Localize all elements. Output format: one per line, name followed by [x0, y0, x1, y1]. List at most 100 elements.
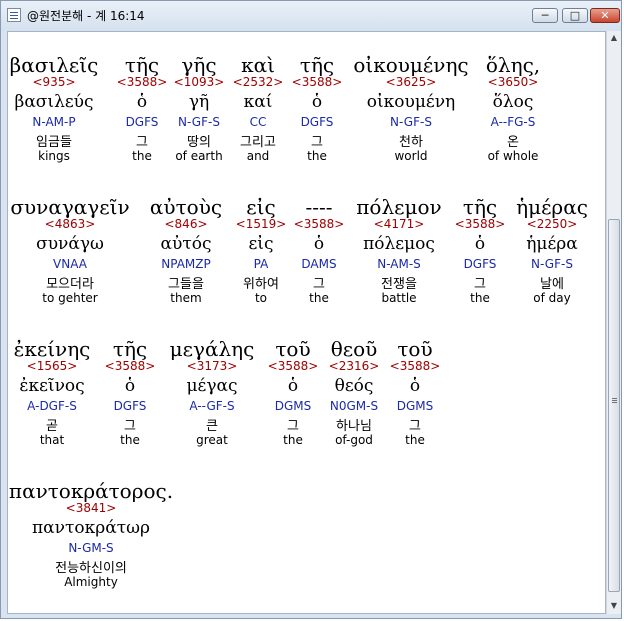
- english-gloss: the: [283, 433, 303, 447]
- strong-number[interactable]: <3625>: [386, 75, 437, 89]
- english-gloss: the: [309, 291, 329, 305]
- english-gloss: Almighty: [64, 575, 118, 589]
- english-gloss: world: [394, 149, 428, 163]
- greek-word: γῆς: [181, 53, 217, 77]
- english-gloss: great: [196, 433, 228, 447]
- strong-number[interactable]: <3588>: [292, 75, 343, 89]
- korean-gloss: 하나님: [336, 419, 372, 434]
- strong-number[interactable]: <3841>: [66, 501, 117, 515]
- english-gloss: kings: [38, 149, 70, 163]
- greek-word: αὐτοὺς: [149, 195, 223, 219]
- korean-gloss: 그들을: [168, 277, 204, 292]
- strong-number[interactable]: <935>: [32, 75, 75, 89]
- strong-number[interactable]: <1093>: [174, 75, 225, 89]
- english-gloss: the: [132, 149, 152, 163]
- greek-word: βασιλεῖς: [9, 53, 99, 77]
- lemma: ἡμέρα: [526, 234, 578, 254]
- morphology: A--FG-S: [490, 115, 536, 129]
- scroll-grip-icon: [612, 398, 617, 399]
- lemma: ὁ: [474, 234, 486, 254]
- scroll-down-arrow[interactable]: ▼: [607, 599, 621, 613]
- strong-number[interactable]: <4863>: [45, 217, 96, 231]
- greek-word: τοῦ: [397, 337, 433, 361]
- strong-number[interactable]: <3588>: [117, 75, 168, 89]
- english-gloss: the: [120, 433, 140, 447]
- english-gloss: of-god: [335, 433, 373, 447]
- greek-word: τῆς: [124, 53, 160, 77]
- korean-gloss: 전쟁을: [381, 277, 417, 292]
- morphology: DGFS: [463, 257, 497, 271]
- english-gloss: battle: [381, 291, 417, 305]
- english-gloss: to gehter: [42, 291, 98, 305]
- greek-word: συναγαγεῖν: [10, 195, 130, 219]
- korean-gloss: 그: [287, 419, 299, 434]
- korean-gloss: 그: [311, 135, 323, 150]
- scroll-thumb[interactable]: [608, 219, 620, 592]
- strong-number[interactable]: <1519>: [236, 217, 287, 231]
- close-button[interactable]: ✕: [590, 8, 620, 23]
- strong-number[interactable]: <4171>: [374, 217, 425, 231]
- korean-gloss: 임금들: [36, 135, 72, 150]
- lemma: μέγας: [186, 376, 238, 396]
- strong-number[interactable]: <3173>: [187, 359, 238, 373]
- strong-number[interactable]: <3588>: [294, 217, 345, 231]
- lemma: αὐτός: [160, 234, 212, 254]
- morphology: N0GM-S: [329, 399, 379, 413]
- title-bar[interactable]: @원전분해 - 계 16:14 ─ □ ✕: [1, 1, 621, 31]
- lemma: πόλεμος: [363, 234, 435, 254]
- greek-word: οἰκουμένης: [353, 53, 469, 77]
- strong-number[interactable]: <3588>: [455, 217, 506, 231]
- morphology: DGFS: [113, 399, 147, 413]
- morphology: N-GF-S: [390, 115, 432, 129]
- greek-word: ἐκείνης: [13, 337, 91, 361]
- greek-word: τῆς: [112, 337, 148, 361]
- morphology: NPAMZP: [161, 257, 211, 271]
- greek-word: τῆς: [299, 53, 335, 77]
- minimize-button[interactable]: ─: [532, 8, 558, 23]
- strong-number[interactable]: <2316>: [329, 359, 380, 373]
- strong-number[interactable]: <846>: [164, 217, 207, 231]
- morphology: N-GF-S: [178, 115, 220, 129]
- korean-gloss: 위하여: [243, 277, 279, 292]
- korean-gloss: 그리고: [240, 135, 276, 150]
- lemma: ὁ: [124, 376, 136, 396]
- strong-number[interactable]: <2532>: [233, 75, 284, 89]
- strong-number[interactable]: <3588>: [268, 359, 319, 373]
- vertical-scrollbar[interactable]: ▲ ▼: [606, 31, 621, 614]
- greek-word: πόλεμον: [356, 195, 442, 219]
- strong-number[interactable]: <3588>: [390, 359, 441, 373]
- english-gloss: of day: [533, 291, 571, 305]
- morphology: N-GF-S: [531, 257, 573, 271]
- strong-number[interactable]: <3588>: [105, 359, 156, 373]
- strong-number[interactable]: <3650>: [488, 75, 539, 89]
- greek-word: ----: [305, 195, 333, 219]
- scroll-up-arrow[interactable]: ▲: [607, 31, 621, 45]
- morphology: DAMS: [301, 257, 337, 271]
- korean-gloss: 날에: [540, 277, 564, 292]
- korean-gloss: 곧: [46, 419, 58, 434]
- greek-word: μεγάλης: [169, 337, 255, 361]
- lemma: οἰκουμένη: [366, 92, 456, 112]
- english-gloss: the: [307, 149, 327, 163]
- morphology: DGFS: [300, 115, 334, 129]
- greek-word: καὶ: [241, 53, 275, 77]
- korean-gloss: 큰: [206, 419, 218, 434]
- lemma: ὅλος: [492, 92, 534, 112]
- greek-word: παντοκράτορος.: [8, 479, 174, 503]
- korean-gloss: 그: [474, 277, 486, 292]
- korean-gloss: 땅의: [187, 135, 211, 150]
- greek-word: θεοῦ: [330, 337, 378, 361]
- strong-number[interactable]: <2250>: [527, 217, 578, 231]
- lemma: ἐκεῖνος: [19, 376, 85, 396]
- lemma: ὁ: [136, 92, 148, 112]
- greek-word: τοῦ: [275, 337, 311, 361]
- morphology: VNAA: [53, 257, 87, 271]
- lemma: ὁ: [287, 376, 299, 396]
- english-gloss: the: [470, 291, 490, 305]
- korean-gloss: 그: [409, 419, 421, 434]
- maximize-button[interactable]: □: [562, 8, 588, 23]
- morphology: N-GM-S: [68, 541, 114, 555]
- strong-number[interactable]: <1565>: [27, 359, 78, 373]
- english-gloss: to: [254, 291, 268, 305]
- english-gloss: the: [405, 433, 425, 447]
